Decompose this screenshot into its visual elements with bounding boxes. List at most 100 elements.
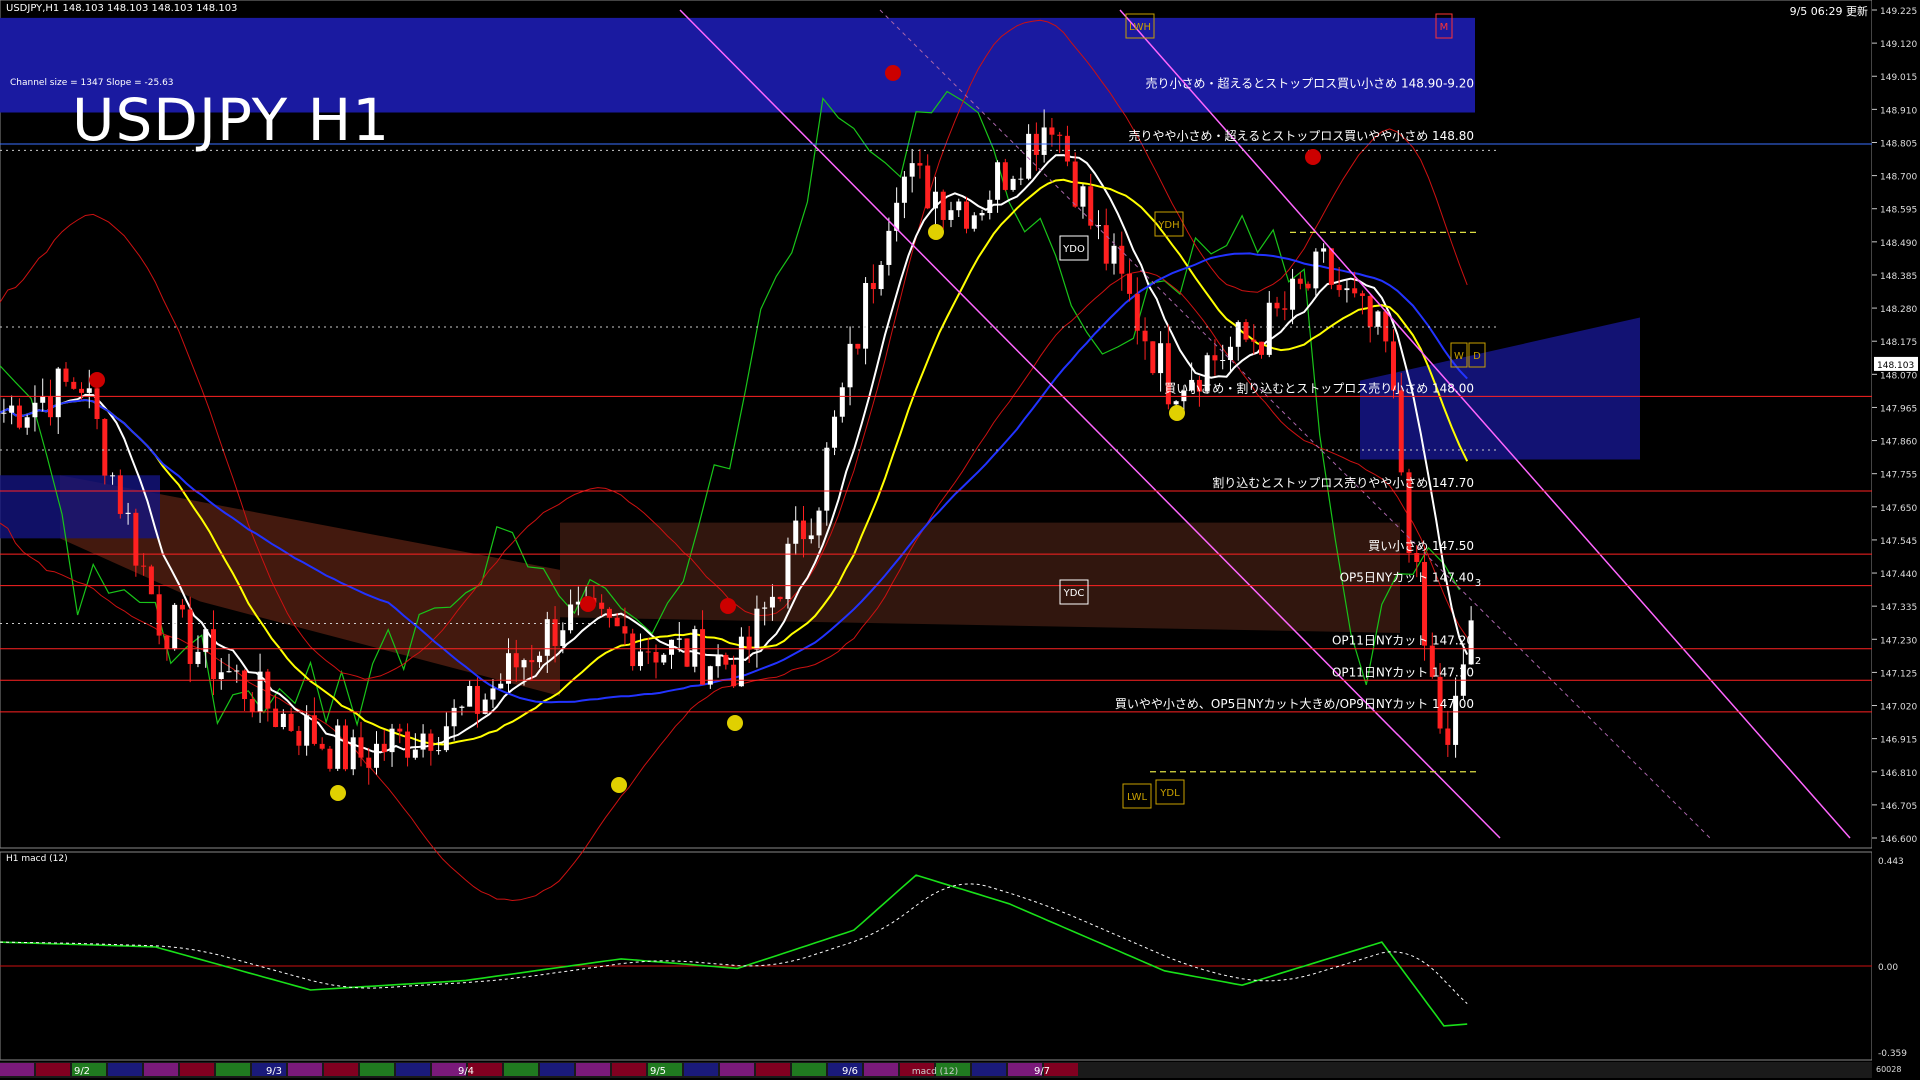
candle-body <box>55 368 61 418</box>
cloud-area-2 <box>560 522 1400 633</box>
candle-body <box>1227 346 1233 361</box>
candle-body <box>715 654 721 667</box>
candle-body <box>637 651 643 667</box>
candle-body <box>1367 295 1373 327</box>
date-strip-cell <box>756 1063 790 1076</box>
price-tick-label: 147.965 <box>1880 404 1917 414</box>
candle-body <box>622 626 628 634</box>
date-strip-cell <box>288 1063 322 1076</box>
fractal-down-marker <box>928 224 944 240</box>
candle-body <box>971 215 977 229</box>
candle-body <box>769 596 775 608</box>
candle-body <box>490 688 496 700</box>
candle-body <box>405 731 411 758</box>
candle-body <box>1158 343 1164 374</box>
candle-body <box>762 607 768 609</box>
date-strip-cell <box>180 1063 214 1076</box>
candle-body <box>832 416 838 448</box>
date-strip-cell <box>540 1063 574 1076</box>
candle-body <box>917 163 923 166</box>
level-label-4: 買い小さめ 147.50 <box>1368 539 1474 553</box>
candle-body <box>218 672 224 680</box>
candle-body <box>71 381 77 389</box>
current-price-label: 148.103 <box>1877 361 1914 371</box>
candle-body <box>1150 341 1156 374</box>
date-strip-cell <box>0 1063 34 1076</box>
candle-body <box>311 715 317 744</box>
fractal-down-marker <box>1169 405 1185 421</box>
candle-body <box>1243 322 1249 340</box>
candle-body <box>1359 293 1365 296</box>
macd-label: H1 macd (12) <box>6 854 68 864</box>
candle-body <box>754 608 760 650</box>
candle-body <box>1127 273 1133 294</box>
candle-body <box>529 660 535 663</box>
price-tick-label: 148.070 <box>1880 371 1917 381</box>
candle-body <box>1103 225 1109 264</box>
date-strip-cell <box>360 1063 394 1076</box>
price-tick-label: 147.440 <box>1880 570 1917 580</box>
macd-signal-line <box>0 883 1468 1004</box>
fractal-down-marker <box>727 715 743 731</box>
date-strip-cell <box>504 1063 538 1076</box>
price-tick-label: 149.120 <box>1880 40 1917 50</box>
candle-body <box>1290 278 1296 310</box>
price-tick-label: 149.015 <box>1880 73 1917 83</box>
candle-body <box>280 713 286 728</box>
candle-body <box>964 201 970 229</box>
candle-body <box>948 210 954 220</box>
date-label: 9/6 <box>842 1066 858 1077</box>
candle-body <box>86 388 92 393</box>
candle-body <box>451 707 457 727</box>
candle-body <box>102 419 108 476</box>
candle-body <box>319 743 325 749</box>
fractal-up-marker <box>89 372 105 388</box>
date-strip-cell <box>972 1063 1006 1076</box>
candle-body <box>692 629 698 667</box>
candle-body <box>397 728 403 732</box>
candle-body <box>1134 293 1140 331</box>
date-strip-cell <box>216 1063 250 1076</box>
candle-body <box>304 715 310 746</box>
candle-body <box>847 343 853 388</box>
date-label: 9/3 <box>266 1066 282 1077</box>
candle-body <box>1297 278 1303 284</box>
candle-body <box>995 162 1001 200</box>
date-strip-cell <box>720 1063 754 1076</box>
candle-body <box>855 343 861 349</box>
candle-body <box>249 699 255 712</box>
candle-body <box>839 387 845 417</box>
candle-body <box>738 636 744 687</box>
candle-body <box>226 671 232 673</box>
candle-body <box>389 728 395 753</box>
candle-body <box>1064 135 1070 162</box>
marker-label-ydc: YDC <box>1063 588 1085 599</box>
candle-body <box>210 629 216 680</box>
candle-body <box>537 655 543 663</box>
candle-body <box>1305 283 1311 289</box>
date-strip-cell <box>612 1063 646 1076</box>
candle-body <box>932 191 938 209</box>
marker-label-lwh: LWH <box>1129 22 1151 33</box>
candle-body <box>630 633 636 667</box>
fractal-up-marker <box>720 598 736 614</box>
chart-canvas[interactable]: 売り小さめ・超えるとストップロス買い小さめ 148.90-9.20 売りやや小さめ… <box>0 0 1920 1080</box>
candle-body <box>374 743 380 768</box>
candle-body <box>242 670 248 700</box>
level-label-2: 買い小さめ・割り込むとストップロス売り小さめ 148.00 <box>1164 380 1474 395</box>
date-label: 9/7 <box>1034 1066 1050 1077</box>
bottom-tag: macd (12) <box>912 1067 958 1077</box>
candle-body <box>979 212 985 216</box>
fractal-up-marker <box>1305 149 1321 165</box>
candle-body <box>863 283 869 349</box>
candle-body <box>1259 341 1265 355</box>
candle-body <box>172 604 178 650</box>
date-strip-cell <box>144 1063 178 1076</box>
fractal-down-marker <box>611 777 627 793</box>
price-tick-label: 147.545 <box>1880 537 1917 547</box>
date-strip-cell <box>576 1063 610 1076</box>
candle-body <box>342 725 348 770</box>
candle-body <box>661 654 667 663</box>
candle-body <box>1057 134 1063 136</box>
price-tick-label: 146.915 <box>1880 736 1917 746</box>
